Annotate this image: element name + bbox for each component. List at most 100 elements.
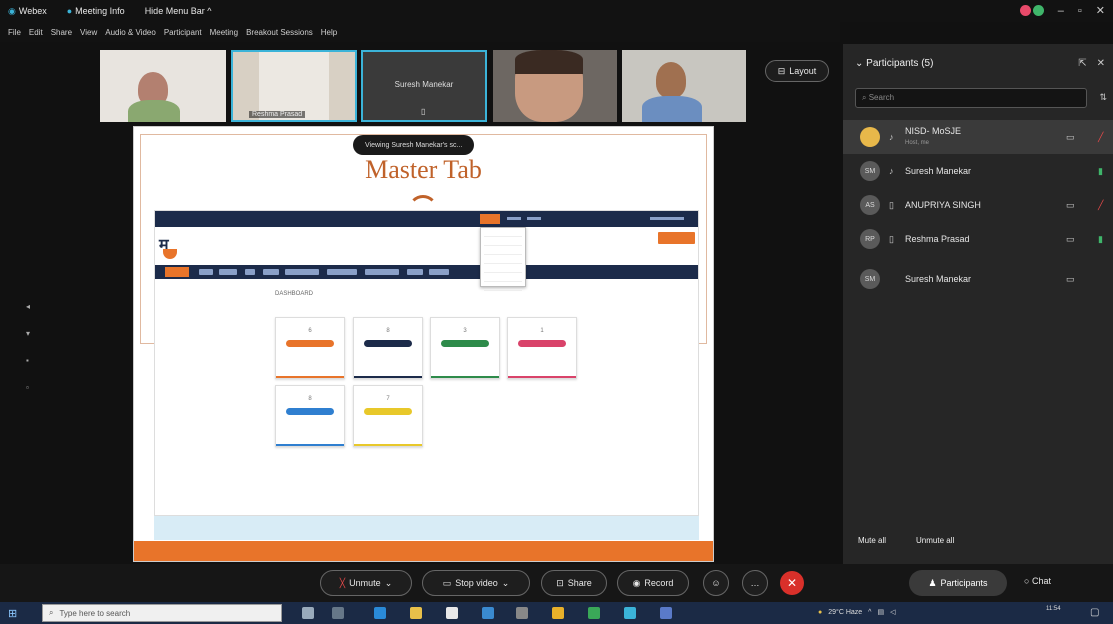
menu-item-file[interactable]: File bbox=[8, 28, 21, 37]
participant-name: Reshma Prasad bbox=[905, 234, 970, 244]
highlighter-icon[interactable]: ▪ bbox=[26, 356, 30, 365]
menu-item-help[interactable]: Help bbox=[321, 28, 337, 37]
dashboard-card: 8 bbox=[353, 317, 423, 379]
shared-app-screenshot: म DASHBOARD 6 8 3 1 8 7 bbox=[154, 210, 699, 516]
app-action-button bbox=[658, 232, 695, 244]
taskbar-search-input[interactable]: ⌕ Type here to search bbox=[42, 604, 282, 622]
store-icon[interactable] bbox=[446, 607, 458, 619]
participant-name: ANUPRIYA SINGH bbox=[905, 200, 981, 210]
task-view-icon[interactable] bbox=[302, 607, 314, 619]
webex-app-menu[interactable]: ◉ Webex bbox=[8, 6, 47, 17]
mic-icon[interactable]: ▮ bbox=[1098, 234, 1103, 245]
clock[interactable]: 11:54 bbox=[1046, 605, 1061, 613]
participant-row[interactable]: ♪ NISD- MoSJE Host, me ▭ ╱ bbox=[843, 120, 1113, 154]
more-icon: … bbox=[750, 578, 760, 588]
avatar: SM bbox=[860, 269, 880, 289]
hide-menu-bar-button[interactable]: Hide Menu Bar ^ bbox=[145, 6, 212, 16]
weather-text[interactable]: 29°C Haze bbox=[828, 609, 862, 616]
reactions-button[interactable]: ☺ bbox=[703, 570, 729, 596]
menu-item-participant[interactable]: Participant bbox=[164, 28, 202, 37]
speaker-icon: ♪ bbox=[889, 132, 894, 142]
file-explorer-icon[interactable] bbox=[410, 607, 422, 619]
settings-icon[interactable] bbox=[516, 607, 528, 619]
viewing-share-indicator[interactable]: Viewing Suresh Manekar's sc... bbox=[353, 135, 475, 155]
menu-item-breakout[interactable]: Breakout Sessions bbox=[246, 28, 313, 37]
video-tile[interactable]: Reshma Prasad bbox=[231, 50, 357, 122]
dashboard-label: DASHBOARD bbox=[275, 291, 314, 297]
dashboard-card: 7 bbox=[353, 385, 423, 447]
edge-icon[interactable] bbox=[374, 607, 386, 619]
layout-button[interactable]: ⊟ Layout bbox=[765, 60, 829, 82]
participant-video bbox=[515, 50, 583, 74]
app-icon[interactable] bbox=[660, 607, 672, 619]
participant-row[interactable]: SM Suresh Manekar ▭ bbox=[843, 262, 1113, 296]
unmute-button[interactable]: ╳ Unmute ⌄ bbox=[320, 570, 412, 596]
meeting-info-button[interactable]: ● Meeting Info bbox=[67, 6, 125, 16]
notifications-icon[interactable]: ▢ bbox=[1090, 607, 1099, 618]
camera-icon[interactable]: ▭ bbox=[1066, 132, 1075, 143]
unmute-all-button[interactable]: Unmute all bbox=[916, 536, 954, 545]
mic-icon[interactable]: ▮ bbox=[1098, 166, 1103, 177]
menu-item-meeting[interactable]: Meeting bbox=[210, 28, 238, 37]
slide-band bbox=[154, 516, 699, 540]
sort-icon[interactable]: ⇅ bbox=[1099, 92, 1107, 103]
chrome-icon[interactable] bbox=[552, 607, 564, 619]
muted-mic-icon: ╳ bbox=[339, 577, 346, 588]
participant-row[interactable]: SM ♪ Suresh Manekar ▮ bbox=[843, 154, 1113, 188]
camera-icon[interactable]: ▭ bbox=[1066, 234, 1075, 245]
menu-item-edit[interactable]: Edit bbox=[29, 28, 43, 37]
popout-icon[interactable]: ⇱ bbox=[1078, 58, 1086, 69]
camera-icon[interactable]: ▭ bbox=[1066, 274, 1075, 285]
record-button[interactable]: ◉ Record bbox=[617, 570, 689, 596]
network-icon[interactable]: ▤ bbox=[877, 608, 884, 616]
video-tile[interactable] bbox=[622, 50, 746, 122]
chat-button[interactable]: ○ Chat bbox=[1024, 576, 1051, 586]
windows-start-icon[interactable]: ⊞ bbox=[8, 607, 17, 620]
menu-item-audio-video[interactable]: Audio & Video bbox=[105, 28, 156, 37]
avatar: AS bbox=[860, 195, 880, 215]
eraser-icon[interactable]: ▫ bbox=[26, 383, 30, 392]
pen-icon[interactable]: ▾ bbox=[26, 329, 30, 338]
participant-video bbox=[656, 62, 686, 98]
dashboard-card: 8 bbox=[275, 385, 345, 447]
video-tile[interactable] bbox=[100, 50, 226, 122]
close-icon[interactable]: ✕ bbox=[1097, 58, 1105, 69]
leave-meeting-button[interactable]: ✕ bbox=[780, 571, 804, 595]
slide-footer-bar bbox=[134, 541, 713, 561]
participant-search-input[interactable]: ⌕ Search bbox=[855, 88, 1087, 108]
mail-icon[interactable] bbox=[482, 607, 494, 619]
info-icon: ● bbox=[66, 6, 73, 16]
active-top-menu bbox=[480, 214, 500, 224]
widgets-icon[interactable] bbox=[332, 607, 344, 619]
volume-icon[interactable]: ◁ bbox=[890, 608, 895, 616]
more-options-button[interactable]: … bbox=[742, 570, 768, 596]
menu-bar: File Edit Share View Audio & Video Parti… bbox=[0, 22, 840, 42]
close-icon: ✕ bbox=[786, 576, 798, 590]
participant-row[interactable]: RP ▯ Reshma Prasad ▭ ▮ bbox=[843, 222, 1113, 256]
app-icon[interactable] bbox=[588, 607, 600, 619]
webex-taskbar-icon[interactable] bbox=[624, 607, 636, 619]
minimize-icon[interactable]: – bbox=[1058, 5, 1064, 17]
maximize-icon[interactable]: ▫ bbox=[1078, 5, 1082, 17]
menu-item-view[interactable]: View bbox=[80, 28, 97, 37]
participants-header[interactable]: ⌄ Participants (5) bbox=[855, 58, 933, 69]
stop-video-button[interactable]: ▭ Stop video ⌄ bbox=[422, 570, 530, 596]
muted-mic-icon[interactable]: ╱ bbox=[1098, 132, 1103, 143]
muted-mic-icon[interactable]: ╱ bbox=[1098, 200, 1103, 211]
participant-row[interactable]: AS ▯ ANUPRIYA SINGH ▭ ╱ bbox=[843, 188, 1113, 222]
chevron-up-icon[interactable]: ^ bbox=[868, 609, 871, 616]
status-dot-icon bbox=[1019, 5, 1031, 16]
app-nav-bar bbox=[155, 265, 698, 279]
participants-toggle-button[interactable]: ♟ Participants bbox=[909, 570, 1007, 596]
share-button[interactable]: ⊡ Share bbox=[541, 570, 607, 596]
participant-name: NISD- MoSJE bbox=[905, 126, 962, 136]
close-icon[interactable]: ✕ bbox=[1096, 4, 1105, 17]
video-tile[interactable]: Suresh Manekar ▯ bbox=[361, 50, 487, 122]
camera-icon[interactable]: ▭ bbox=[1066, 200, 1075, 211]
mute-all-button[interactable]: Mute all bbox=[858, 536, 886, 545]
video-tile[interactable] bbox=[493, 50, 617, 122]
title-bar: ◉ Webex ● Meeting Info Hide Menu Bar ^ – ▫… bbox=[0, 0, 1113, 22]
panel-header-icons: ⇱ ✕ bbox=[1078, 58, 1105, 69]
pointer-icon[interactable]: ◂ bbox=[26, 302, 30, 311]
menu-item-share[interactable]: Share bbox=[51, 28, 72, 37]
